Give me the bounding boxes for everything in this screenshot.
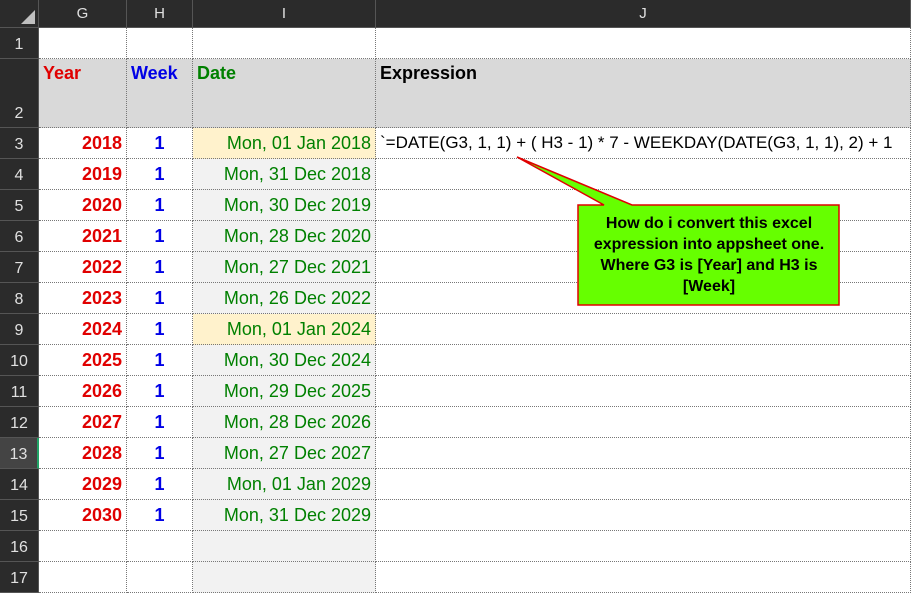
callout-text: How do i convert this excel expression i…	[593, 215, 825, 295]
spreadsheet: G H I J 1 2 3 4 5 6 7 8 9 10 11 12 13 14 15 16 17 Year Wee…	[0, 0, 911, 593]
